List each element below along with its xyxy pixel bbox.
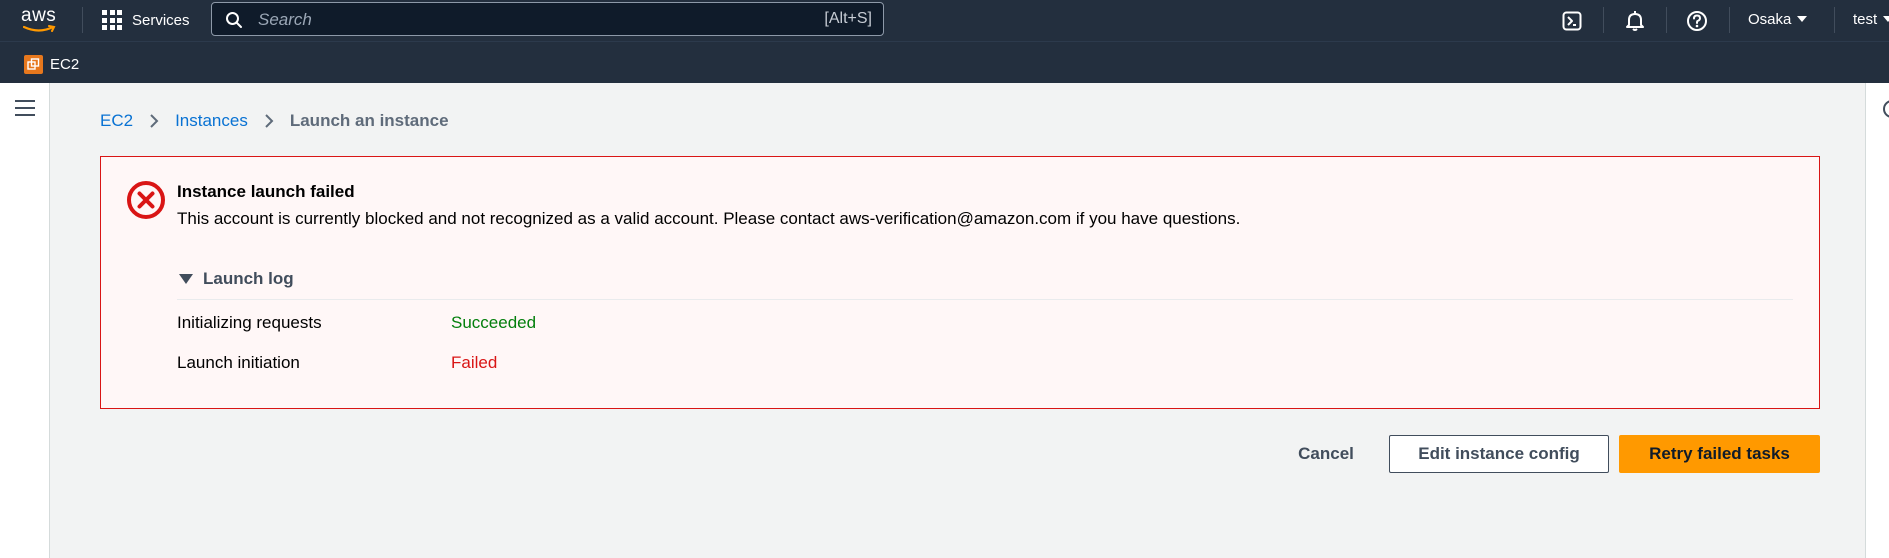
service-shortcut-bar: EC2 xyxy=(0,41,1889,83)
error-icon xyxy=(127,181,165,219)
caret-down-icon xyxy=(1797,16,1808,22)
notifications-button[interactable] xyxy=(1622,8,1648,34)
log-status-failed: Failed xyxy=(451,353,498,372)
caret-down-icon xyxy=(179,274,193,284)
region-selector[interactable]: Osaka xyxy=(1748,11,1808,28)
account-menu[interactable]: test xyxy=(1853,11,1889,28)
log-row: Launch initiation Failed xyxy=(177,353,497,373)
alert-title: Instance launch failed xyxy=(177,182,355,201)
top-navigation: aws Services [Alt+S] xyxy=(0,0,1889,41)
log-task: Initializing requests xyxy=(177,313,322,332)
cloudshell-button[interactable] xyxy=(1559,8,1585,34)
search-icon xyxy=(226,12,242,28)
services-menu-button[interactable]: Services xyxy=(102,8,190,32)
chevron-right-icon xyxy=(264,113,274,129)
log-status-succeeded: Succeeded xyxy=(451,313,537,332)
help-button[interactable] xyxy=(1684,8,1710,34)
retry-failed-tasks-button[interactable]: Retry failed tasks xyxy=(1619,435,1820,473)
terminal-icon xyxy=(1562,11,1582,31)
menu-icon[interactable] xyxy=(15,100,35,116)
launch-log-toggle[interactable]: Launch log xyxy=(179,269,294,289)
side-navigation-rail xyxy=(0,83,50,558)
breadcrumb-current: Launch an instance xyxy=(289,111,449,130)
nav-divider xyxy=(1666,7,1667,33)
search-shortcut: [Alt+S] xyxy=(824,10,872,27)
caret-down-icon xyxy=(1883,16,1889,22)
breadcrumb-instances[interactable]: Instances xyxy=(175,111,248,131)
help-icon xyxy=(1687,11,1707,31)
account-label: test xyxy=(1853,11,1878,28)
ec2-service-icon[interactable] xyxy=(24,55,43,74)
nav-divider xyxy=(1834,7,1835,33)
services-label: Services xyxy=(132,11,190,29)
log-task: Launch initiation xyxy=(177,353,300,372)
cancel-button[interactable]: Cancel xyxy=(1282,435,1370,473)
ec2-shortcut-link[interactable]: EC2 xyxy=(50,56,79,73)
info-icon[interactable] xyxy=(1883,100,1889,118)
search-input[interactable] xyxy=(256,7,760,33)
alert-message: This account is currently blocked and no… xyxy=(177,209,1241,228)
region-label: Osaka xyxy=(1748,11,1792,28)
log-row: Initializing requests Succeeded xyxy=(177,313,536,333)
launch-log-title: Launch log xyxy=(203,269,294,288)
aws-smile-icon xyxy=(23,25,56,32)
log-divider xyxy=(177,299,1793,300)
breadcrumb: EC2 Instances Launch an instance xyxy=(100,110,449,132)
nav-divider xyxy=(82,7,83,33)
nav-divider xyxy=(1729,7,1730,33)
launch-failed-alert: Instance launch failed This account is c… xyxy=(100,156,1820,409)
breadcrumb-ec2[interactable]: EC2 xyxy=(100,111,133,131)
search-box[interactable]: [Alt+S] xyxy=(211,2,884,36)
chevron-right-icon xyxy=(149,113,159,129)
grid-icon xyxy=(102,10,122,30)
tools-panel-rail xyxy=(1865,83,1889,558)
nav-divider xyxy=(1603,7,1604,33)
aws-logo-text: aws xyxy=(21,5,57,26)
bell-icon xyxy=(1626,11,1644,31)
aws-logo[interactable]: aws xyxy=(21,5,65,35)
edit-instance-config-button[interactable]: Edit instance config xyxy=(1389,435,1609,473)
